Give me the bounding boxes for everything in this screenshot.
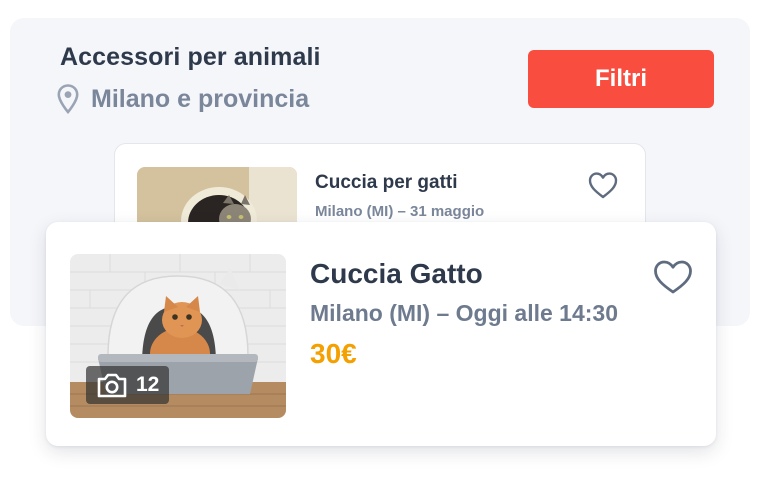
listing-price: 30€ <box>310 338 357 369</box>
camera-icon <box>97 373 127 398</box>
listing-location-date: Milano (MI) – Oggi alle 14:30 <box>310 300 619 326</box>
location-pin-icon <box>57 84 79 114</box>
category-title: Accessori per animali <box>60 43 321 71</box>
location-label: Milano e provincia <box>91 84 310 113</box>
listing-title: Cuccia per gatti <box>315 172 458 193</box>
photo-count-badge: 12 <box>86 366 170 404</box>
location-filter[interactable]: Milano e provincia <box>57 84 309 114</box>
listing-photo: 12 <box>70 254 286 418</box>
listing-card[interactable]: 12 Cuccia Gatto Milano (MI) – Oggi alle … <box>46 222 716 446</box>
filters-button[interactable]: Filtri <box>528 50 714 108</box>
heart-icon[interactable] <box>587 170 619 200</box>
listing-title: Cuccia Gatto <box>310 258 483 289</box>
listing-location-date: Milano (MI) – 31 maggio <box>315 203 485 220</box>
heart-icon[interactable] <box>652 258 694 296</box>
photo-count: 12 <box>136 373 160 396</box>
